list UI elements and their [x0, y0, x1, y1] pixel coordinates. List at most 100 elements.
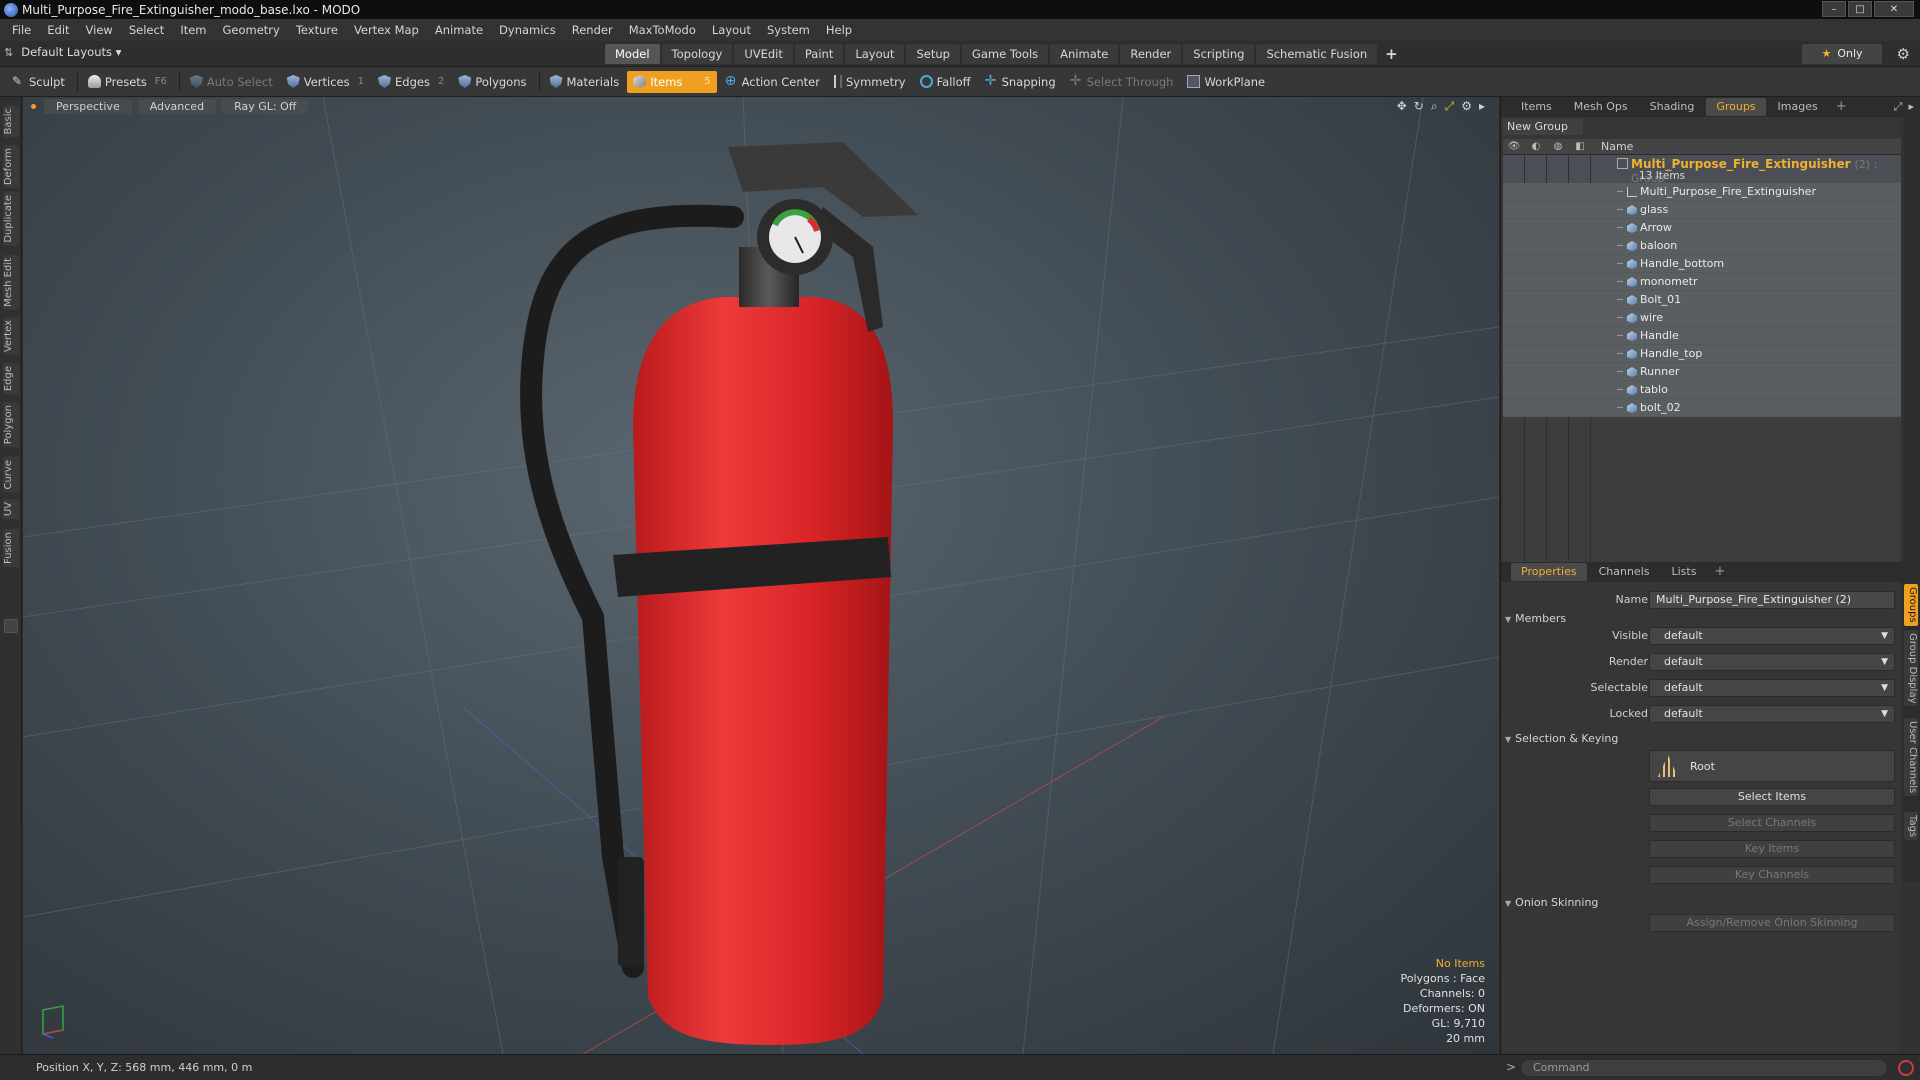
items-button[interactable]: Items 5: [627, 70, 717, 93]
visible-select[interactable]: default ▼: [1649, 627, 1895, 645]
rotate-icon[interactable]: ↻: [1414, 99, 1424, 114]
new-group-button[interactable]: New Group: [1503, 119, 1583, 135]
list-item[interactable]: wire: [1503, 309, 1901, 327]
tab-scripting[interactable]: Scripting: [1183, 44, 1255, 64]
tab-shading[interactable]: Shading: [1640, 98, 1705, 116]
close-button[interactable]: ✕: [1874, 1, 1914, 17]
eye-icon[interactable]: 👁: [1503, 141, 1525, 152]
fire-extinguisher-model[interactable]: [23, 97, 1499, 1054]
menu-edit[interactable]: Edit: [39, 19, 77, 41]
pan-icon[interactable]: ✥: [1397, 99, 1407, 114]
tab-polygon[interactable]: Polygon: [3, 402, 19, 448]
snapping-button[interactable]: ✛ Snapping: [979, 71, 1062, 93]
zoom-icon[interactable]: ⌕: [1431, 99, 1438, 114]
locked-select[interactable]: default ▼: [1649, 705, 1895, 723]
list-item[interactable]: Runner: [1503, 363, 1901, 381]
tab-edge[interactable]: Edge: [3, 363, 19, 395]
list-item[interactable]: Bolt_01: [1503, 291, 1901, 309]
tab-items[interactable]: Items: [1511, 98, 1562, 116]
vertices-button[interactable]: Vertices 1: [281, 71, 370, 93]
presets-button[interactable]: Presets F6: [82, 71, 173, 93]
minimize-button[interactable]: –: [1822, 1, 1846, 17]
tab-game-tools[interactable]: Game Tools: [961, 44, 1049, 64]
layout-switch-icon[interactable]: ⇅: [4, 46, 13, 59]
list-item[interactable]: Handle_bottom: [1503, 255, 1901, 273]
3d-viewport[interactable]: Perspective Advanced Ray GL: Off ✥ ↻ ⌕ ⤢…: [23, 97, 1499, 1054]
expand-arrow-icon[interactable]: ▸: [1479, 99, 1485, 114]
menu-vertex-map[interactable]: Vertex Map: [346, 19, 427, 41]
render-select[interactable]: default ▼: [1649, 653, 1895, 671]
menu-help[interactable]: Help: [818, 19, 860, 41]
menu-geometry[interactable]: Geometry: [215, 19, 288, 41]
materials-button[interactable]: Materials: [544, 71, 626, 93]
tab-basic[interactable]: Basic: [3, 105, 19, 138]
viewport-settings-icon[interactable]: ⚙: [1461, 99, 1472, 114]
group-name-field[interactable]: Multi_Purpose_Fire_Extinguisher (2): [1649, 591, 1895, 609]
raygl-button[interactable]: Ray GL: Off: [222, 98, 309, 114]
layout-dropdown[interactable]: Default Layouts ▾: [21, 45, 121, 59]
side-tab-tags[interactable]: Tags: [1904, 812, 1918, 841]
menu-texture[interactable]: Texture: [288, 19, 346, 41]
menu-file[interactable]: File: [4, 19, 39, 41]
side-tab-user-channels[interactable]: User Channels: [1904, 718, 1918, 797]
polygons-button[interactable]: Polygons: [452, 71, 532, 93]
gear-icon[interactable]: ⚙: [1897, 45, 1910, 63]
add-tab-button[interactable]: +: [1379, 44, 1404, 64]
select-channels-button[interactable]: Select Channels: [1649, 814, 1895, 832]
tab-deform[interactable]: Deform: [3, 145, 19, 189]
tab-duplicate[interactable]: Duplicate: [3, 192, 19, 246]
tab-render[interactable]: Render: [1120, 44, 1182, 64]
add-properties-tab-button[interactable]: +: [1708, 563, 1731, 581]
list-item[interactable]: Multi_Purpose_Fire_Extinguisher: [1503, 183, 1901, 201]
render-icon[interactable]: ◐: [1525, 141, 1547, 152]
fit-icon[interactable]: ⤢: [1445, 99, 1455, 114]
onion-skinning-section[interactable]: ▼ Onion Skinning: [1505, 896, 1598, 909]
edges-button[interactable]: Edges 2: [372, 71, 450, 93]
list-item[interactable]: glass: [1503, 201, 1901, 219]
tab-layout[interactable]: Layout: [845, 44, 905, 64]
selection-keying-section[interactable]: ▼ Selection & Keying: [1505, 732, 1618, 745]
menu-select[interactable]: Select: [121, 19, 172, 41]
selectable-select[interactable]: default ▼: [1649, 679, 1895, 697]
list-item[interactable]: tablo: [1503, 381, 1901, 399]
select-through-button[interactable]: ✛ Select Through: [1064, 71, 1180, 93]
assign-onion-skinning-button[interactable]: Assign/Remove Onion Skinning: [1649, 914, 1895, 932]
tab-setup[interactable]: Setup: [906, 44, 960, 64]
tab-uvedit[interactable]: UVEdit: [734, 44, 793, 64]
select-items-button[interactable]: Select Items: [1649, 788, 1895, 806]
key-channels-button[interactable]: Key Channels: [1649, 866, 1895, 884]
list-item[interactable]: bolt_02: [1503, 399, 1901, 417]
tab-mesh-edit[interactable]: Mesh Edit: [3, 255, 19, 310]
tab-properties[interactable]: Properties: [1511, 563, 1587, 581]
select-icon[interactable]: ◧: [1569, 141, 1591, 152]
menu-layout[interactable]: Layout: [704, 19, 759, 41]
tab-lists[interactable]: Lists: [1662, 563, 1707, 581]
list-item[interactable]: monometr: [1503, 273, 1901, 291]
root-button[interactable]: Root: [1649, 750, 1895, 782]
tab-schematic-fusion[interactable]: Schematic Fusion: [1256, 44, 1378, 64]
tab-uv[interactable]: UV: [3, 499, 19, 520]
expand-panel-icon[interactable]: ⤢: [1894, 100, 1903, 114]
workplane-button[interactable]: WorkPlane: [1181, 71, 1271, 93]
add-panel-tab-button[interactable]: +: [1830, 98, 1853, 116]
menu-render[interactable]: Render: [564, 19, 621, 41]
side-tab-groups[interactable]: Groups: [1904, 584, 1918, 626]
view-type-button[interactable]: Perspective: [44, 98, 132, 114]
lock-icon[interactable]: ◍: [1547, 141, 1569, 152]
only-button[interactable]: ★ Only: [1802, 44, 1882, 64]
tab-animate[interactable]: Animate: [1050, 44, 1119, 64]
tab-curve[interactable]: Curve: [3, 457, 19, 493]
list-item[interactable]: Handle: [1503, 327, 1901, 345]
command-input[interactable]: Command: [1520, 1059, 1888, 1077]
menu-animate[interactable]: Animate: [427, 19, 491, 41]
tab-images[interactable]: Images: [1768, 98, 1828, 116]
menu-system[interactable]: System: [759, 19, 818, 41]
falloff-button[interactable]: Falloff: [914, 71, 977, 93]
tab-vertex[interactable]: Vertex: [3, 317, 19, 356]
menu-view[interactable]: View: [78, 19, 121, 41]
auto-select-button[interactable]: Auto Select: [184, 71, 279, 93]
maximize-button[interactable]: □: [1848, 1, 1872, 17]
list-item[interactable]: baloon: [1503, 237, 1901, 255]
tab-fusion[interactable]: Fusion: [3, 529, 19, 567]
list-item[interactable]: Arrow: [1503, 219, 1901, 237]
